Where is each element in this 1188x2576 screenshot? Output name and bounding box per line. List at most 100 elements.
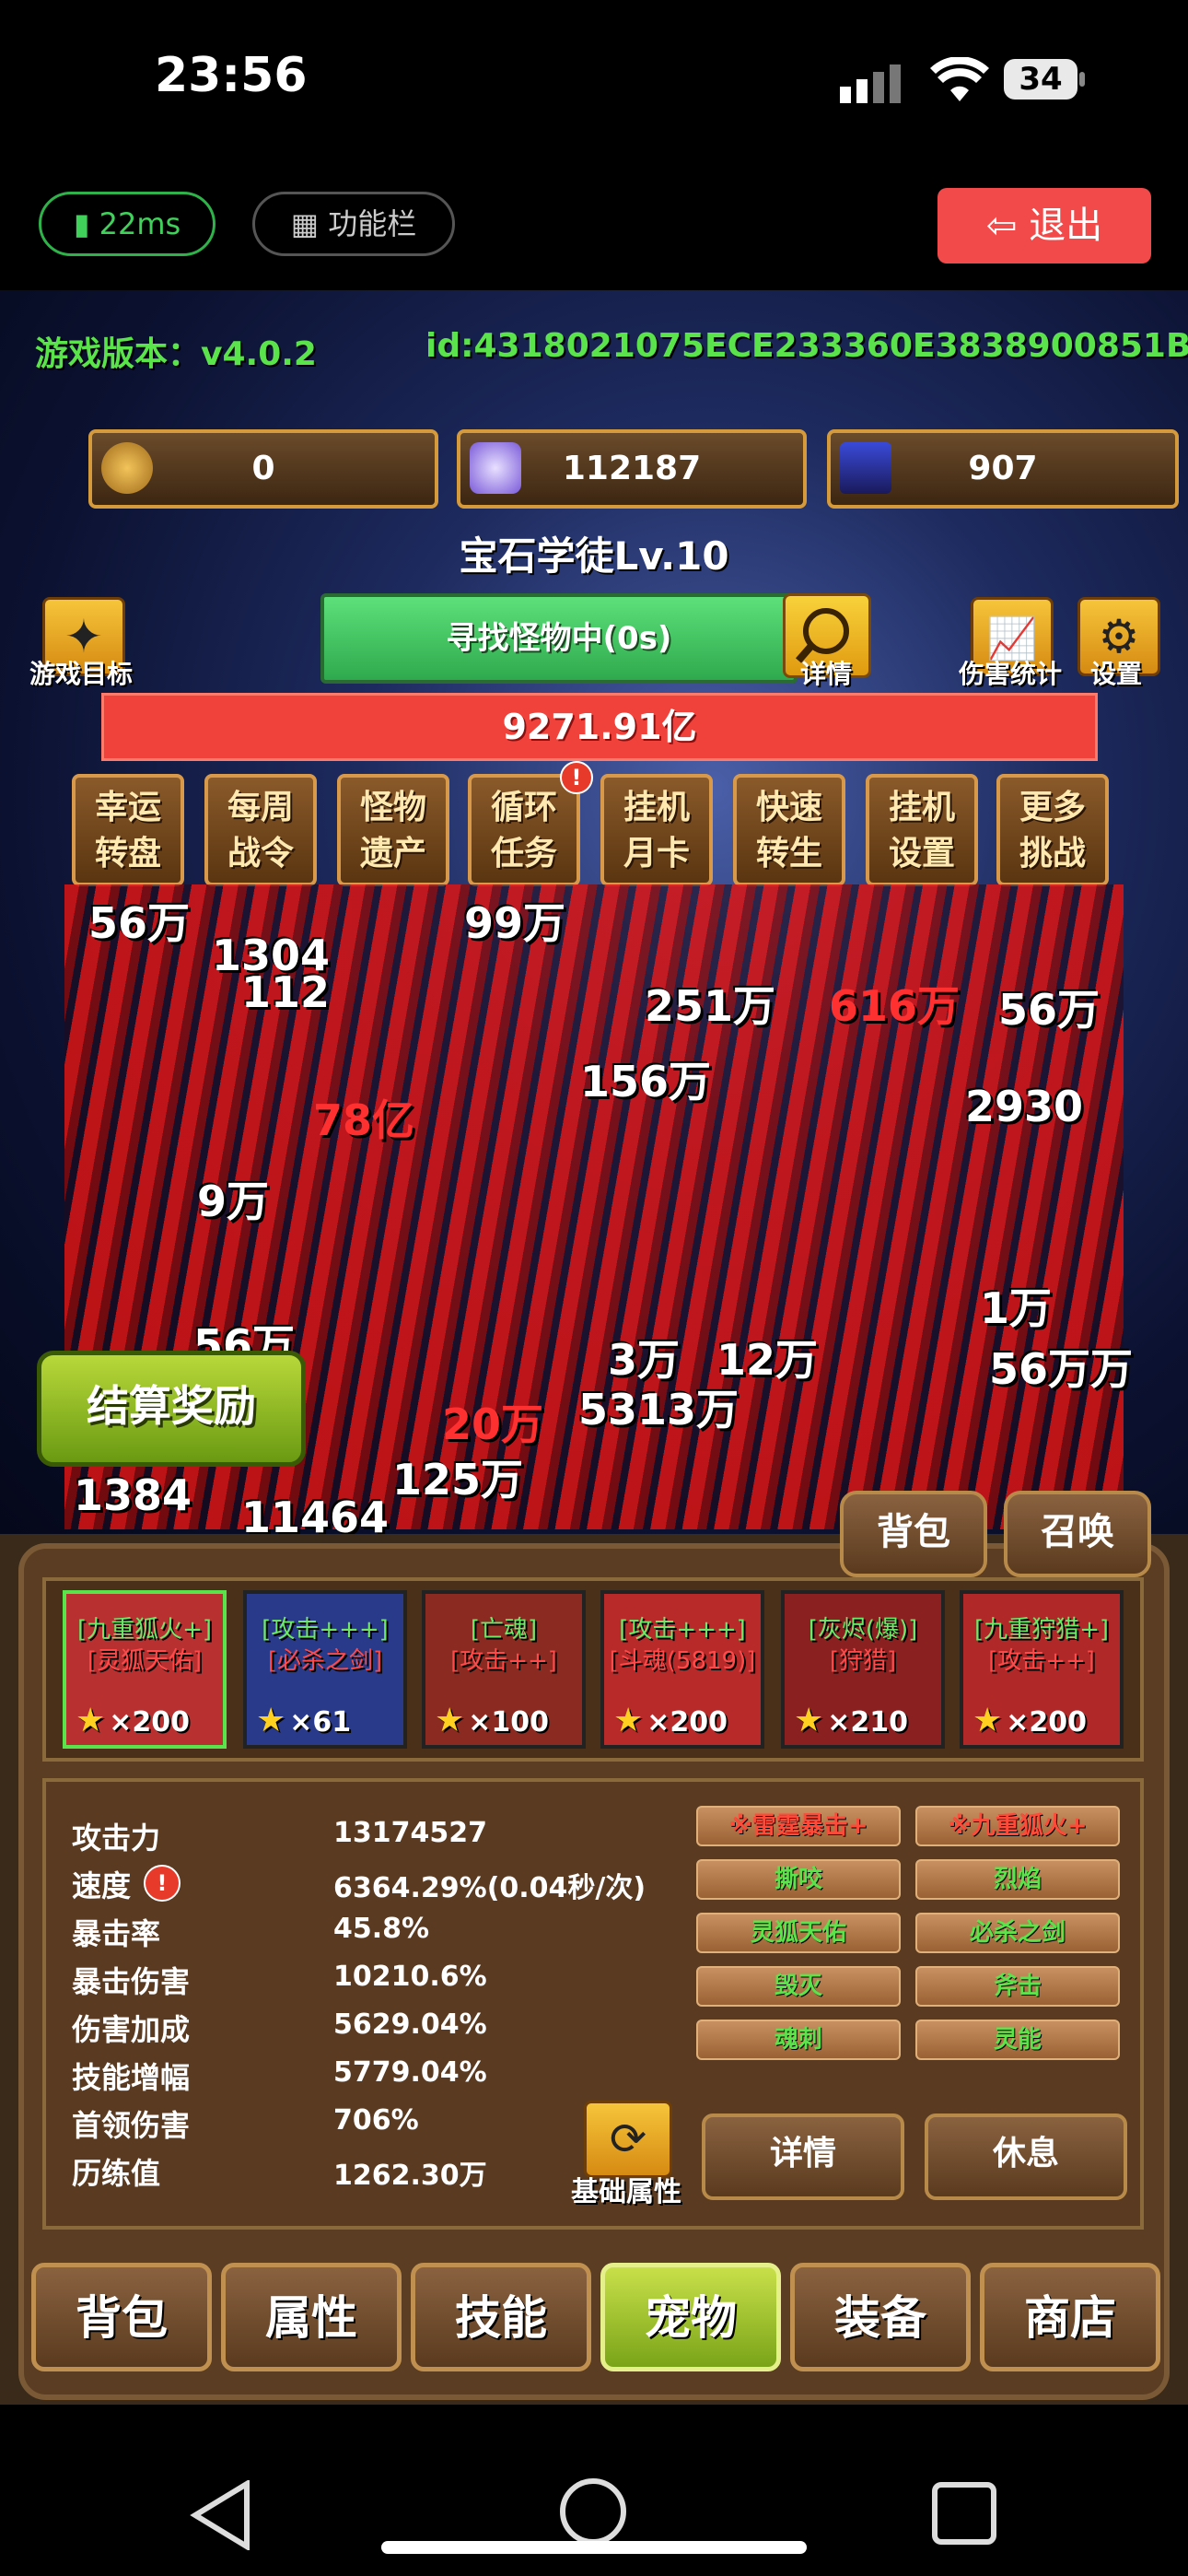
feature-more-challenges[interactable]: 更多 挑战: [996, 774, 1109, 886]
battery-indicator: 34: [1004, 59, 1077, 100]
gem-value: 112187: [562, 450, 702, 487]
nav-skills[interactable]: 技能: [411, 2263, 591, 2371]
pet-card[interactable]: [攻击+++] [斗魂(5819)] ★ ×200: [600, 1590, 764, 1749]
recents-icon[interactable]: [932, 2482, 996, 2545]
ping-value: 22ms: [99, 206, 181, 241]
feature-idle-monthly-card[interactable]: 挂机 月卡: [600, 774, 713, 886]
exit-icon: ⇦: [985, 205, 1018, 247]
function-bar-label: 功能栏: [328, 206, 417, 241]
feature-monster-legacy[interactable]: 怪物 遗产: [337, 774, 449, 886]
stat-value: 13174527: [333, 1817, 487, 1849]
feature-line2: 遗产: [359, 835, 426, 872]
feature-loop-tasks[interactable]: 循环 任务: [468, 774, 580, 886]
stat-value: 10210.6%: [333, 1961, 487, 1993]
pet-title: [攻击+++]: [262, 1616, 389, 1644]
stat-label: 暴击率: [72, 1916, 161, 1951]
back-icon[interactable]: [190, 2478, 254, 2554]
damage-number: 156万: [580, 1057, 712, 1107]
pet-title: [九重狐火+]: [76, 1616, 213, 1644]
stat-label: 攻击力: [72, 1821, 161, 1856]
nav-attributes[interactable]: 属性: [221, 2263, 402, 2371]
feature-line1: 挂机: [623, 789, 690, 826]
stat-label: 速度: [72, 1868, 132, 1903]
star-icon: ★: [794, 1702, 824, 1739]
ping-indicator: ▮ 22ms: [39, 192, 215, 256]
damage-number: 5313万: [578, 1385, 740, 1434]
skill-tag[interactable]: 魂刺: [696, 2020, 901, 2060]
nav-backpack[interactable]: 背包: [31, 2263, 212, 2371]
feature-weekly-pass[interactable]: 每周 战令: [204, 774, 317, 886]
basic-attributes-label: 基础属性: [571, 2176, 681, 2208]
damage-number: 112: [241, 967, 331, 1017]
damage-number: 56万: [998, 985, 1101, 1035]
pet-count-value: ×61: [289, 1706, 352, 1739]
settle-reward-button[interactable]: 结算奖励: [37, 1351, 306, 1467]
skill-tag[interactable]: 撕咬: [696, 1859, 901, 1900]
feature-line1: 挂机: [888, 789, 955, 826]
damage-number: 99万: [464, 898, 566, 948]
function-bar-button[interactable]: ▦ 功能栏: [252, 192, 455, 256]
game-goal-label: 游戏目标: [29, 659, 133, 689]
pet-card[interactable]: [九重狐火+] [灵狐天佑] ★ ×200: [63, 1590, 227, 1749]
damage-number: 56万: [88, 898, 191, 948]
skill-tag[interactable]: 斧击: [915, 1966, 1120, 2007]
feature-line2: 挑战: [1019, 835, 1086, 872]
pet-count-value: ×200: [109, 1706, 191, 1739]
coin-counter: 0: [88, 429, 438, 509]
coin-value: 0: [251, 450, 275, 487]
home-icon[interactable]: [560, 2478, 626, 2545]
stat-value: 5629.04%: [333, 2008, 487, 2041]
pet-count: ★ ×100: [435, 1702, 549, 1739]
summon-tab[interactable]: 召唤: [1004, 1491, 1151, 1577]
skill-tag[interactable]: 毁灭: [696, 1966, 901, 2007]
skill-tag[interactable]: ※雷霆暴击+: [696, 1806, 901, 1846]
pet-card[interactable]: [九重狩猎+] [攻击++] ★ ×200: [960, 1590, 1124, 1749]
info-icon[interactable]: !: [144, 1865, 181, 1902]
skill-tag[interactable]: 灵能: [915, 2020, 1120, 2060]
card-counter: 907: [827, 429, 1179, 509]
damage-number: 125万: [392, 1455, 524, 1505]
pet-title: [亡魂]: [470, 1616, 538, 1644]
skill-tag[interactable]: 烈焰: [915, 1859, 1120, 1900]
pet-card[interactable]: [灰烬(爆)] [狩猎] ★ ×210: [781, 1590, 945, 1749]
nav-equipment[interactable]: 装备: [790, 2263, 971, 2371]
rest-button[interactable]: 休息: [925, 2113, 1127, 2200]
skill-tag[interactable]: 灵狐天佑: [696, 1913, 901, 1953]
crystal-icon: [470, 442, 521, 494]
pet-subtitle: [攻击++]: [988, 1647, 1095, 1675]
stat-label: 首领伤害: [72, 2108, 191, 2143]
star-icon: ★: [973, 1702, 1003, 1739]
stat-value: 45.8%: [333, 1913, 430, 1945]
exit-button[interactable]: ⇦ 退出: [938, 188, 1151, 263]
pet-card[interactable]: [攻击+++] [必杀之剑] ★ ×61: [243, 1590, 407, 1749]
boss-hp-bar: 9271.91亿: [101, 693, 1098, 761]
feature-lucky-wheel[interactable]: 幸运 转盘: [72, 774, 184, 886]
pet-count-value: ×100: [468, 1706, 550, 1739]
stat-label: 伤害加成: [72, 2012, 191, 2047]
home-indicator[interactable]: [381, 2541, 807, 2554]
status-time: 23:56: [155, 48, 308, 103]
feature-line1: 每周: [227, 789, 294, 826]
backpack-tab[interactable]: 背包: [840, 1491, 987, 1577]
star-icon: ★: [613, 1702, 644, 1739]
nav-shop[interactable]: 商店: [980, 2263, 1160, 2371]
pet-card[interactable]: [亡魂] [攻击++] ★ ×100: [422, 1590, 586, 1749]
detail-button[interactable]: 详情: [702, 2113, 904, 2200]
damage-number: 2930: [965, 1082, 1084, 1131]
pet-count: ★ ×200: [76, 1702, 190, 1739]
feature-idle-settings[interactable]: 挂机 设置: [866, 774, 978, 886]
cellular-signal-icon: [840, 63, 917, 107]
skill-tag[interactable]: 必杀之剑: [915, 1913, 1120, 1953]
feature-line2: 转生: [755, 835, 822, 872]
pet-count: ★ ×200: [973, 1702, 1087, 1739]
feature-quick-rebirth[interactable]: 快速 转生: [733, 774, 845, 886]
refresh-icon[interactable]: ⟳: [584, 2101, 672, 2178]
nav-pets[interactable]: 宠物: [600, 2263, 781, 2371]
pet-subtitle: [狩猎]: [829, 1647, 897, 1675]
seek-detail-label: 详情: [799, 659, 852, 689]
skill-tag[interactable]: ※九重狐火+: [915, 1806, 1120, 1846]
coin-icon: [101, 442, 153, 494]
damage-number: 9万: [197, 1177, 270, 1226]
pet-subtitle: [斗魂(5819)]: [609, 1647, 756, 1675]
pet-title: [攻击+++]: [619, 1616, 746, 1644]
